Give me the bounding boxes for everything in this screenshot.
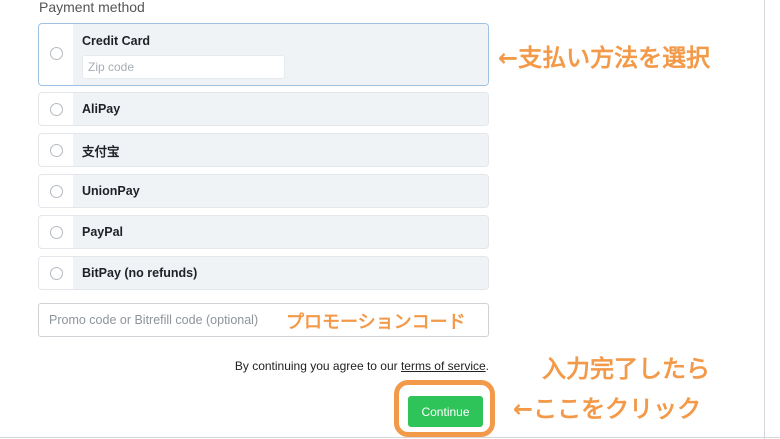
payment-option-credit-card[interactable]: Credit Card — [38, 23, 489, 86]
payment-method-title: Payment method — [39, 0, 145, 15]
payment-option-zhifubao[interactable]: 支付宝 — [38, 133, 489, 167]
radio-bitpay[interactable] — [49, 266, 63, 280]
payment-option-label: 支付宝 — [82, 144, 120, 159]
annotation-click-here: ←ここをクリック — [513, 395, 702, 423]
terms-suffix: . — [485, 359, 489, 373]
payment-option-alipay[interactable]: AliPay — [38, 92, 489, 126]
radio-paypal[interactable] — [49, 225, 63, 239]
payment-option-label: BitPay (no refunds) — [82, 266, 198, 280]
payment-option-paypal[interactable]: PayPal — [38, 215, 489, 249]
terms-notice: By continuing you agree to our terms of … — [235, 359, 489, 373]
payment-option-label: UnionPay — [82, 184, 140, 198]
terms-prefix: By continuing you agree to our — [234, 359, 401, 373]
annotation-select-method: ←支払い方法を選択 — [498, 44, 711, 72]
bottom-divider — [0, 437, 780, 438]
continue-button[interactable]: Continue — [408, 396, 483, 427]
continue-highlight-frame: Continue — [394, 380, 495, 437]
annotation-when-done: 入力完了したら — [542, 355, 710, 383]
zip-code-input[interactable] — [82, 55, 285, 79]
payment-option-bitpay[interactable]: BitPay (no refunds) — [38, 256, 489, 290]
radio-alipay[interactable] — [49, 102, 63, 116]
payment-option-label: AliPay — [82, 102, 121, 116]
payment-option-unionpay[interactable]: UnionPay — [38, 174, 489, 208]
right-divider — [764, 0, 765, 439]
terms-of-service-link[interactable]: terms of service — [401, 359, 486, 373]
payment-method-list: Credit Card AliPay 支付宝 UnionPay PayPal B… — [38, 23, 489, 297]
payment-option-label: PayPal — [82, 225, 124, 239]
radio-zhifubao[interactable] — [49, 143, 63, 157]
annotation-promo-code: プロモーションコード — [286, 312, 466, 333]
radio-credit-card[interactable] — [49, 47, 63, 60]
payment-option-label: Credit Card — [82, 34, 151, 48]
radio-unionpay[interactable] — [49, 184, 63, 198]
